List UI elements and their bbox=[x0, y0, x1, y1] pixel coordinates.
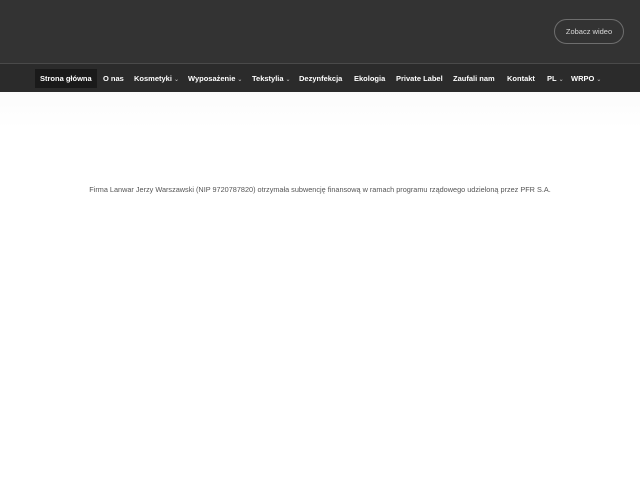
nav-item-label: Strona główna bbox=[40, 74, 92, 83]
nav-item-label: WRPO bbox=[571, 74, 595, 83]
top-header: Zobacz wideo bbox=[0, 0, 640, 63]
nav-item-label: Wyposażenie bbox=[188, 74, 236, 83]
watch-video-button[interactable]: Zobacz wideo bbox=[554, 19, 624, 44]
chevron-down-icon: ⌄ bbox=[173, 77, 179, 83]
nav-item-label: Ekologia bbox=[354, 74, 386, 83]
nav-item-trusted-us[interactable]: Zaufali nam bbox=[453, 69, 495, 88]
nav-item-disinfection[interactable]: Dezynfekcja bbox=[299, 69, 342, 88]
nav-item-label: PL bbox=[547, 74, 557, 83]
nav-item-equipment[interactable]: Wyposażenie ⌄ bbox=[188, 69, 242, 88]
nav-item-label: Kosmetyki bbox=[134, 74, 172, 83]
nav-item-about[interactable]: O nas bbox=[103, 69, 124, 88]
nav-item-language[interactable]: PL ⌄ bbox=[547, 69, 564, 88]
nav-item-textiles[interactable]: Tekstylia ⌄ bbox=[252, 69, 291, 88]
nav-item-contact[interactable]: Kontakt bbox=[507, 69, 535, 88]
nav-item-ecology[interactable]: Ekologia bbox=[354, 69, 385, 88]
nav-item-label: Tekstylia bbox=[252, 74, 284, 83]
content-top-band bbox=[0, 92, 640, 128]
chevron-down-icon: ⌄ bbox=[285, 77, 291, 83]
nav-item-wrpo[interactable]: WRPO ⌄ bbox=[571, 69, 601, 88]
nav-item-private-label[interactable]: Private Label bbox=[396, 69, 443, 88]
nav-item-label: Private Label bbox=[396, 74, 443, 83]
main-navigation: Strona główna O nas Kosmetyki ⌄ Wyposaże… bbox=[0, 63, 640, 92]
chevron-down-icon: ⌄ bbox=[558, 77, 564, 83]
nav-item-label: Kontakt bbox=[507, 74, 535, 83]
nav-item-label: O nas bbox=[103, 74, 124, 83]
nav-item-cosmetics[interactable]: Kosmetyki ⌄ bbox=[134, 69, 179, 88]
nav-item-label: Zaufali nam bbox=[453, 74, 495, 83]
subsidy-notice: Firma Lanwar Jerzy Warszawski (NIP 97207… bbox=[89, 185, 551, 194]
chevron-down-icon: ⌄ bbox=[237, 77, 243, 83]
nav-item-label: Dezynfekcja bbox=[299, 74, 343, 83]
chevron-down-icon: ⌄ bbox=[596, 77, 602, 83]
nav-item-home[interactable]: Strona główna bbox=[35, 69, 97, 88]
